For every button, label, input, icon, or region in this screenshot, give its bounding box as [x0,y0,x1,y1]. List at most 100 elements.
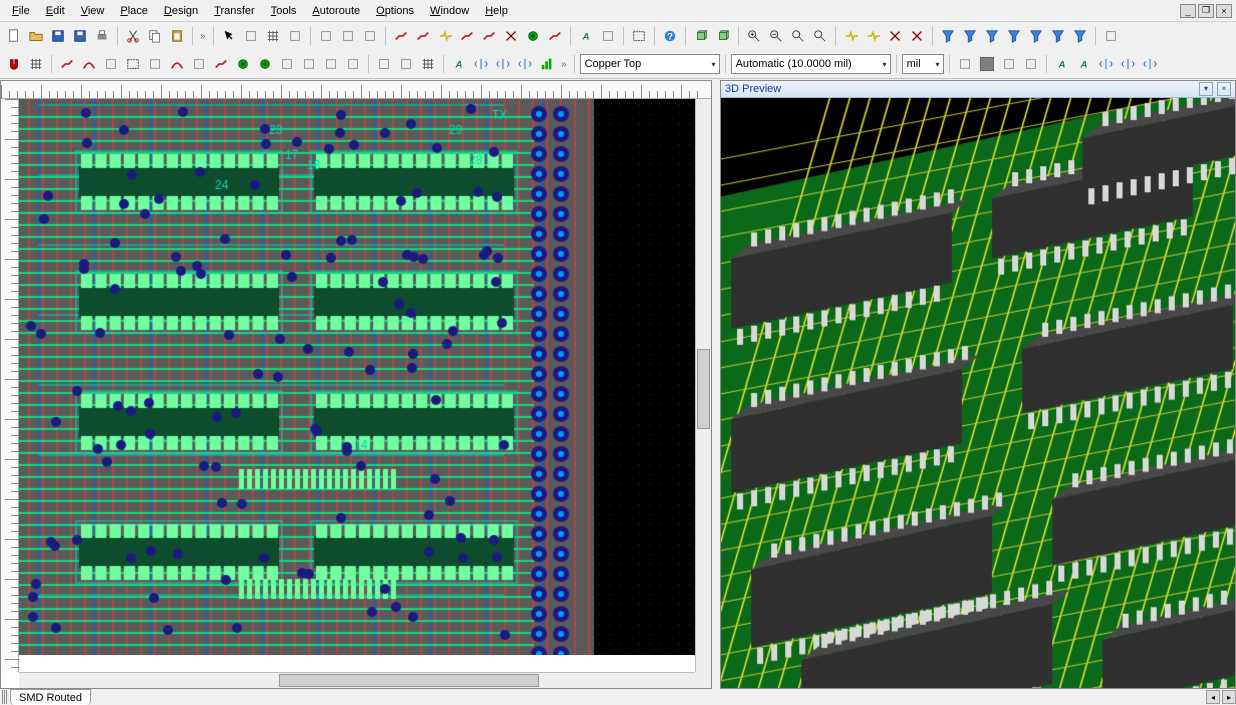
vertical-scrollbar[interactable] [695,99,711,672]
place-text-button[interactable]: A [1052,54,1072,74]
funnel-1-icon[interactable] [938,26,958,46]
text-height-button[interactable]: A [1074,54,1094,74]
horizontal-scrollbar[interactable] [19,672,695,688]
grid-icon[interactable] [263,26,283,46]
horizontal-scroll-thumb[interactable] [279,674,539,687]
reroute-icon[interactable] [479,26,499,46]
drc-icon[interactable] [501,26,521,46]
pcb-canvas-wrap[interactable] [19,99,695,672]
funnel-3-icon[interactable] [982,26,1002,46]
grid-cfg-icon[interactable] [418,54,438,74]
refresh-3d-icon[interactable] [691,26,711,46]
magnet-icon[interactable] [4,54,24,74]
tab-gripper-icon[interactable] [2,690,8,704]
funnel-4-icon[interactable] [1004,26,1024,46]
help-icon[interactable]: ? [660,26,680,46]
draw-rect-icon[interactable] [123,54,143,74]
paste-icon[interactable] [167,26,187,46]
menu-window[interactable]: Window [422,3,477,19]
cut-icon[interactable] [123,26,143,46]
layer-props-icon[interactable] [360,26,380,46]
mdi-minimize-button[interactable]: _ [1180,4,1196,18]
grid-small-icon[interactable] [26,54,46,74]
draw-arc-icon[interactable] [79,54,99,74]
tab-scroll-left-button[interactable]: ◂ [1206,690,1220,704]
funnel-6-icon[interactable] [1048,26,1068,46]
dim-icon[interactable] [598,26,618,46]
draw-fill-icon[interactable] [299,54,319,74]
track-width-icon[interactable] [545,26,565,46]
menu-transfer[interactable]: Transfer [206,3,263,19]
unit-combo[interactable]: mil [902,54,944,74]
arc-route-icon[interactable] [413,26,433,46]
graph-icon[interactable] [537,54,557,74]
flip-button[interactable] [1118,54,1138,74]
funnel-2-icon[interactable] [960,26,980,46]
toolbar-overflow-icon[interactable]: » [559,59,569,70]
mirror-v-icon[interactable] [493,54,513,74]
via-icon[interactable] [523,26,543,46]
vertical-scroll-thumb[interactable] [697,349,710,429]
funnel-7-icon[interactable] [1070,26,1090,46]
save-icon[interactable] [48,26,68,46]
mirror-h-icon[interactable] [471,54,491,74]
zoom-fit-icon[interactable] [788,26,808,46]
zoom-window-icon[interactable] [810,26,830,46]
draw-circle-icon[interactable] [145,54,165,74]
line-weight-button[interactable] [1021,54,1041,74]
unroute-icon[interactable] [457,26,477,46]
select-rect-icon[interactable] [629,26,649,46]
rotate-icon[interactable] [515,54,535,74]
open-icon[interactable] [26,26,46,46]
report-icon[interactable] [1101,26,1121,46]
clear-highlight-icon[interactable] [863,26,883,46]
draw-poly2-icon[interactable] [277,54,297,74]
print-icon[interactable] [92,26,112,46]
preview-canvas[interactable] [721,98,1235,688]
autoplace-icon[interactable] [374,54,394,74]
menu-place[interactable]: Place [112,3,156,19]
new-icon[interactable] [4,26,24,46]
menu-file[interactable]: File [4,3,38,19]
mdi-close-button[interactable]: × [1216,4,1232,18]
draw-comp-icon[interactable] [343,54,363,74]
preview-pin-button[interactable]: ▾ [1199,82,1213,96]
snap-icon[interactable] [285,26,305,46]
angle-button[interactable] [1096,54,1116,74]
text-place-icon[interactable]: A [576,26,596,46]
layer-down-icon[interactable] [338,26,358,46]
menu-help[interactable]: Help [477,3,516,19]
net-icon[interactable] [435,26,455,46]
props-icon[interactable] [241,26,261,46]
mdi-restore-button[interactable]: ❐ [1198,4,1214,18]
pointer-icon[interactable] [219,26,239,46]
draw-via-icon[interactable] [233,54,253,74]
menu-view[interactable]: View [73,3,113,19]
align-button[interactable] [1140,54,1160,74]
text-style-icon[interactable]: A [449,54,469,74]
copy-icon[interactable] [145,26,165,46]
draw-poly-icon[interactable] [101,54,121,74]
menu-design[interactable]: Design [156,3,206,19]
draw-pad-icon[interactable] [255,54,275,74]
draw-track-icon[interactable] [211,54,231,74]
pcb-canvas[interactable] [19,99,695,655]
zoom-in-icon[interactable] [744,26,764,46]
filter-icon[interactable] [885,26,905,46]
fill-pattern-button[interactable] [955,54,975,74]
toggle-3d-icon[interactable] [713,26,733,46]
tab-smd-routed[interactable]: SMD Routed [10,689,91,705]
menu-autoroute[interactable]: Autoroute [304,3,368,19]
fill-color-swatch[interactable] [977,54,997,74]
preview-close-button[interactable]: × [1217,82,1231,96]
zoom-out-icon[interactable] [766,26,786,46]
save-all-icon[interactable] [70,26,90,46]
measure-icon[interactable] [907,26,927,46]
menu-tools[interactable]: Tools [263,3,305,19]
layer-combo[interactable]: Copper Top [580,54,720,74]
tab-scroll-right-button[interactable]: ▸ [1222,690,1236,704]
layer-up-icon[interactable] [316,26,336,46]
highlight-net-icon[interactable] [841,26,861,46]
grid-combo[interactable]: Automatic (10.0000 mil) [731,54,891,74]
menu-edit[interactable]: Edit [38,3,73,19]
